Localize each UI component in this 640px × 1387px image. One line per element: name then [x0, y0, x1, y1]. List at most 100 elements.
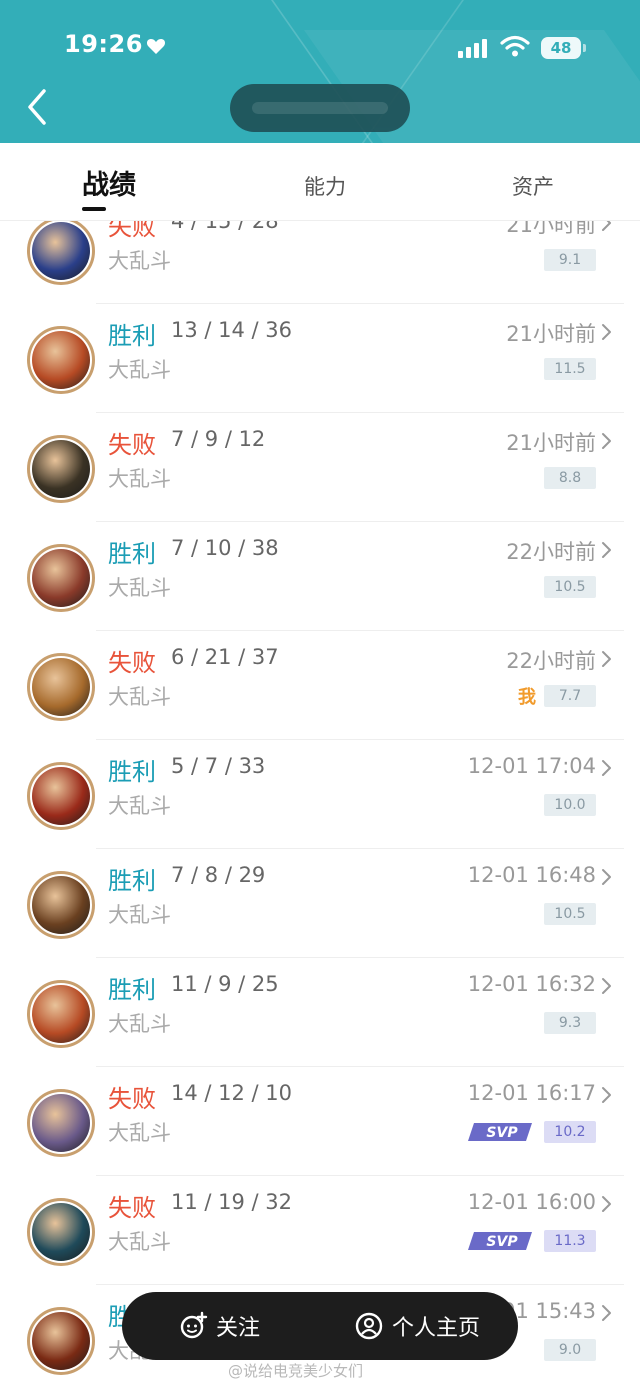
- game-mode: 大乱斗: [108, 794, 171, 818]
- match-row[interactable]: 胜利 13 / 14 / 36 大乱斗 21小时前 11.5: [0, 304, 640, 413]
- match-score: 10.5: [544, 903, 596, 925]
- match-time: 12-01 16:17: [467, 1081, 596, 1105]
- chevron-right-icon: [602, 324, 611, 340]
- tab-assets[interactable]: 资产: [512, 171, 554, 201]
- kda-text: 7 / 8 / 29: [171, 863, 266, 887]
- tab-ability[interactable]: 能力: [304, 171, 346, 201]
- kda-text: 13 / 14 / 36: [171, 318, 293, 342]
- match-result: 失败: [108, 1194, 156, 1222]
- champion-avatar: [27, 980, 95, 1048]
- champion-avatar: [27, 435, 95, 503]
- match-result: 失败: [108, 649, 156, 677]
- game-mode: 大乱斗: [108, 249, 171, 273]
- active-tab-indicator: [82, 207, 106, 211]
- match-score: 11.5: [544, 358, 596, 380]
- champion-portrait: [32, 222, 90, 280]
- bottom-action-bar: 关注 个人主页: [122, 1292, 518, 1360]
- back-chevron-icon[interactable]: [22, 85, 52, 129]
- follow-label: 关注: [216, 1316, 261, 1341]
- match-result: 胜利: [108, 322, 156, 350]
- kda-text: 7 / 10 / 38: [171, 536, 279, 560]
- kda-text: 7 / 9 / 12: [171, 427, 266, 451]
- match-result: 失败: [108, 221, 156, 241]
- match-score: 9.3: [544, 1012, 596, 1034]
- chevron-right-icon: [602, 1305, 611, 1321]
- player-name-pill[interactable]: [230, 84, 410, 132]
- match-time: 12-01 17:04: [467, 754, 596, 778]
- self-badge: 我: [518, 687, 536, 708]
- kda-text: 14 / 12 / 10: [171, 1081, 293, 1105]
- match-result: 胜利: [108, 540, 156, 568]
- champion-portrait: [32, 1312, 90, 1370]
- match-row[interactable]: 失败 6 / 21 / 37 大乱斗 22小时前 7.7 我: [0, 631, 640, 740]
- match-list[interactable]: 失败 4 / 15 / 28 大乱斗 21小时前 9.1 胜利 13 / 14 / 36 大乱…: [0, 221, 640, 1387]
- match-score: 10.0: [544, 794, 596, 816]
- champion-portrait: [32, 1094, 90, 1152]
- match-score: 9.1: [544, 249, 596, 271]
- champion-portrait: [32, 440, 90, 498]
- follow-button[interactable]: 关注: [178, 1292, 260, 1360]
- game-mode: 大乱斗: [108, 467, 171, 491]
- match-result: 胜利: [108, 976, 156, 1004]
- match-row[interactable]: 失败 11 / 19 / 32 大乱斗 12-01 16:00 11.3 SVP: [0, 1176, 640, 1285]
- match-score: 10.2: [544, 1121, 596, 1143]
- champion-portrait: [32, 985, 90, 1043]
- match-row[interactable]: 失败 7 / 9 / 12 大乱斗 21小时前 8.8: [0, 413, 640, 522]
- match-row[interactable]: 胜利 7 / 8 / 29 大乱斗 12-01 16:48 10.5: [0, 849, 640, 958]
- game-mode: 大乱斗: [108, 576, 171, 600]
- chevron-right-icon: [602, 221, 611, 231]
- game-mode: 大乱斗: [108, 903, 171, 927]
- match-row[interactable]: 胜利 7 / 10 / 38 大乱斗 22小时前 10.5: [0, 522, 640, 631]
- champion-portrait: [32, 658, 90, 716]
- svp-badge-icon: SVP: [468, 1232, 532, 1250]
- champion-avatar: [27, 1307, 95, 1375]
- svp-badge-icon: SVP: [468, 1123, 532, 1141]
- champion-avatar: [27, 762, 95, 830]
- status-time: 19:26: [64, 30, 143, 58]
- signal-icon: [458, 38, 492, 58]
- svp-badge-text: SVP: [486, 1234, 518, 1250]
- game-mode: 大乱斗: [108, 1121, 171, 1145]
- svp-badge-text: SVP: [486, 1125, 518, 1141]
- match-row[interactable]: 失败 4 / 15 / 28 大乱斗 21小时前 9.1: [0, 221, 640, 304]
- tab-records[interactable]: 战绩: [82, 163, 136, 202]
- chevron-right-icon: [602, 869, 611, 885]
- follow-icon: [180, 1311, 208, 1339]
- champion-portrait: [32, 767, 90, 825]
- champion-portrait: [32, 549, 90, 607]
- battery-tip: [583, 44, 586, 52]
- chevron-right-icon: [602, 760, 611, 776]
- watermark: @说给电竞美少女们: [228, 1362, 364, 1380]
- champion-avatar: [27, 1089, 95, 1157]
- match-row[interactable]: 胜利 11 / 9 / 25 大乱斗 12-01 16:32 9.3: [0, 958, 640, 1067]
- champion-portrait: [32, 331, 90, 389]
- tab-bar: 战绩 能力 资产: [0, 143, 640, 221]
- kda-text: 11 / 19 / 32: [171, 1190, 293, 1214]
- chevron-right-icon: [602, 1087, 611, 1103]
- profile-button[interactable]: 个人主页: [354, 1292, 480, 1360]
- match-score: 10.5: [544, 576, 596, 598]
- champion-avatar: [27, 1198, 95, 1266]
- game-mode: 大乱斗: [108, 1012, 171, 1036]
- match-row[interactable]: 胜利 5 / 7 / 33 大乱斗 12-01 17:04 10.0: [0, 740, 640, 849]
- profile-label: 个人主页: [392, 1316, 481, 1341]
- chevron-right-icon: [602, 651, 611, 667]
- chevron-right-icon: [602, 978, 611, 994]
- kda-text: 5 / 7 / 33: [171, 754, 266, 778]
- kda-text: 6 / 21 / 37: [171, 645, 279, 669]
- champion-portrait: [32, 876, 90, 934]
- match-row[interactable]: 失败 14 / 12 / 10 大乱斗 12-01 16:17 10.2 SVP: [0, 1067, 640, 1176]
- match-time: 22小时前: [506, 649, 596, 673]
- game-mode: 大乱斗: [108, 358, 171, 382]
- champion-avatar: [27, 326, 95, 394]
- match-time: 22小时前: [506, 540, 596, 564]
- header: 19:26 48: [0, 0, 640, 143]
- wifi-icon: [500, 35, 530, 57]
- match-time: 12-01 16:00: [467, 1190, 596, 1214]
- match-score: 8.8: [544, 467, 596, 489]
- match-time: 21小时前: [506, 322, 596, 346]
- profile-icon: [355, 1312, 383, 1340]
- match-result: 失败: [108, 1085, 156, 1113]
- game-mode: 大乱斗: [108, 685, 171, 709]
- match-score: 9.0: [544, 1339, 596, 1361]
